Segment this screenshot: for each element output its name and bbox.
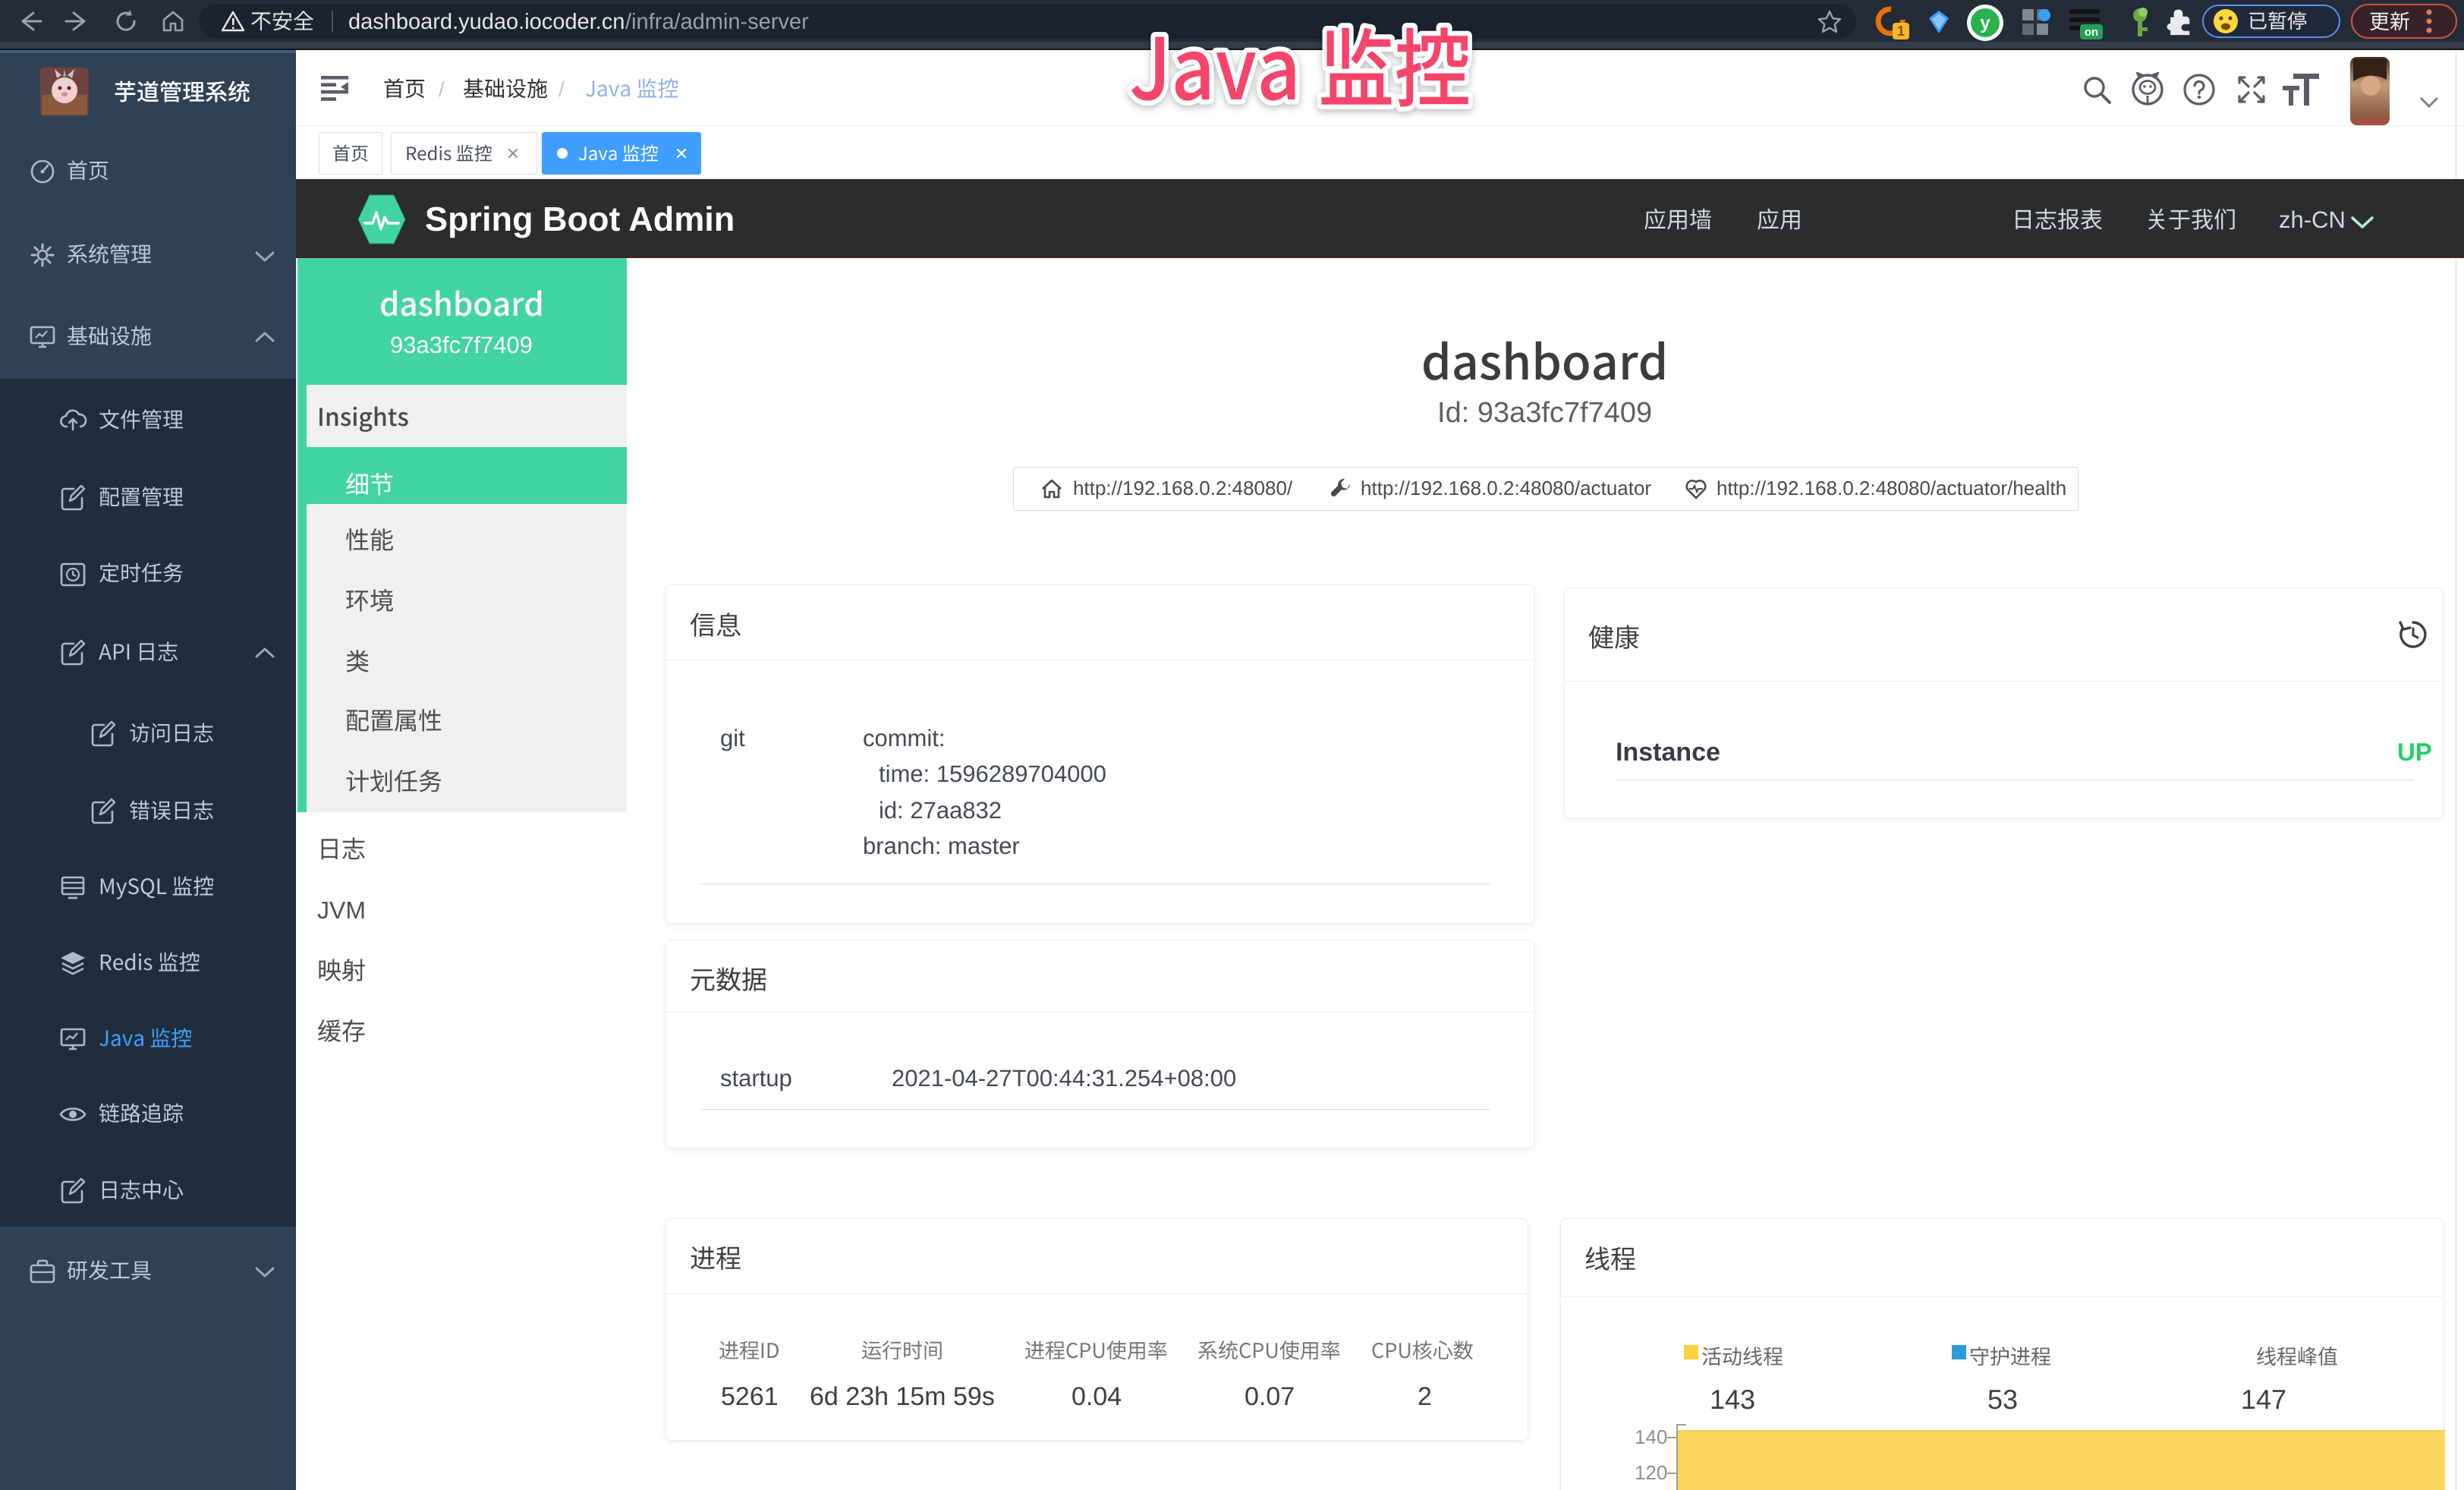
svg-text:on: on — [2085, 26, 2098, 39]
svg-text:1: 1 — [1897, 24, 1905, 39]
svg-text:y: y — [1980, 13, 1990, 33]
